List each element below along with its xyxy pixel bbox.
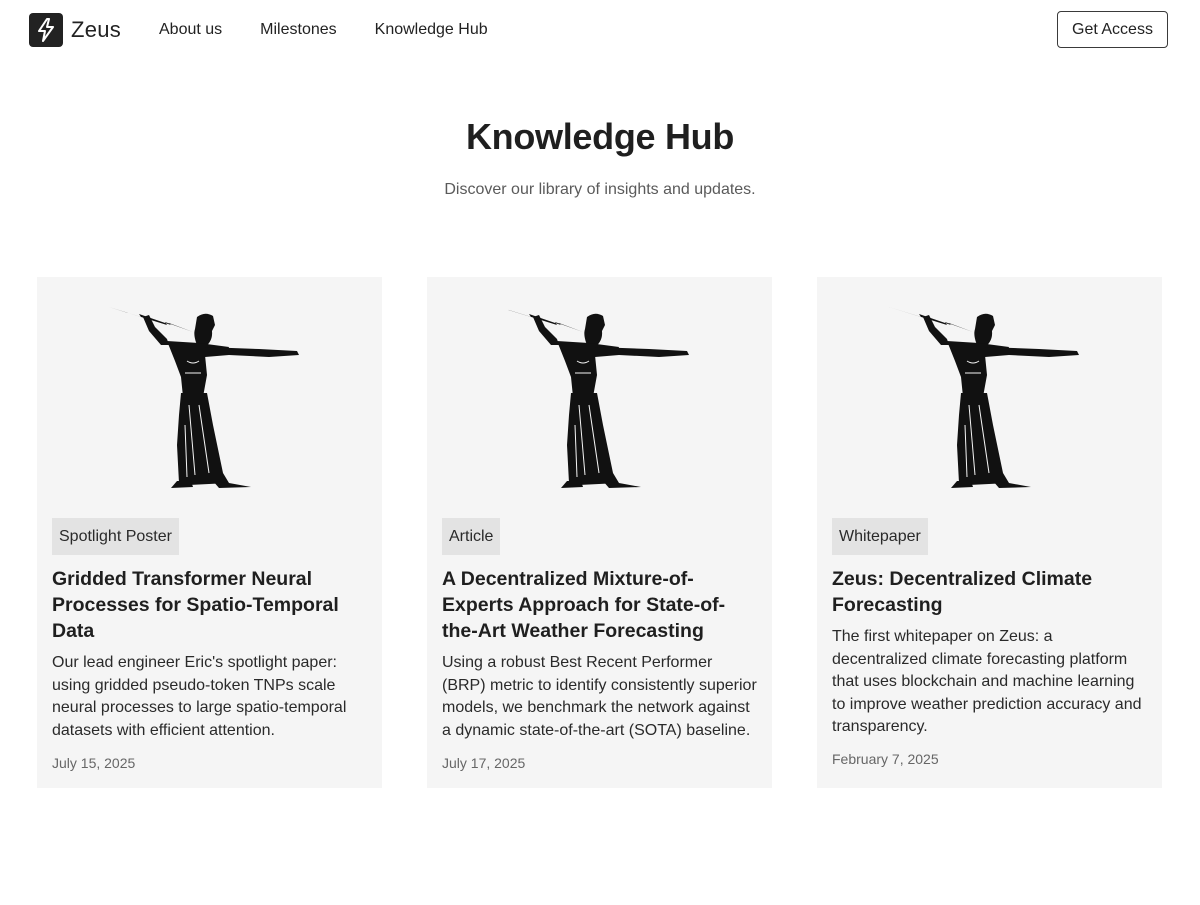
site-header: Zeus About us Milestones Knowledge Hub G… [0,0,1200,62]
article-card[interactable]: Whitepaper Zeus: Decentralized Climate F… [817,277,1162,788]
card-description: Using a robust Best Recent Performer (BR… [442,654,757,739]
brand-name: Zeus [71,17,122,42]
main-nav: About us Milestones Knowledge Hub [159,21,526,39]
category-badge: Whitepaper [832,518,928,555]
article-card[interactable]: Article A Decentralized Mixture-of-Exper… [427,277,772,788]
card-description: The first whitepaper on Zeus: a decentra… [832,628,1142,736]
category-badge: Article [442,518,501,555]
zeus-figure-icon [499,306,690,489]
zeus-figure-icon [889,306,1080,489]
get-access-button[interactable]: Get Access [1057,11,1168,48]
lightning-bolt-icon [29,13,63,47]
card-title: A Decentralized Mixture-of-Experts Appro… [442,568,726,642]
nav-knowledge-hub[interactable]: Knowledge Hub [375,21,488,39]
card-description: Our lead engineer Eric's spotlight paper… [52,654,347,739]
card-date: February 7, 2025 [832,751,939,767]
page-subtitle: Discover our library of insights and upd… [444,181,756,198]
card-date: July 15, 2025 [52,755,136,771]
article-card[interactable]: Spotlight Poster Gridded Transformer Neu… [37,277,382,788]
card-title: Zeus: Decentralized Climate Forecasting [832,568,1093,616]
page-title: Knowledge Hub [465,116,735,157]
card-title: Gridded Transformer Neural Processes for… [52,568,339,642]
brand-logo[interactable]: Zeus [29,13,121,47]
zeus-figure-icon [109,306,300,489]
category-badge: Spotlight Poster [52,518,179,555]
nav-milestones[interactable]: Milestones [260,21,336,39]
card-date: July 17, 2025 [442,755,526,771]
nav-about-us[interactable]: About us [159,21,222,39]
